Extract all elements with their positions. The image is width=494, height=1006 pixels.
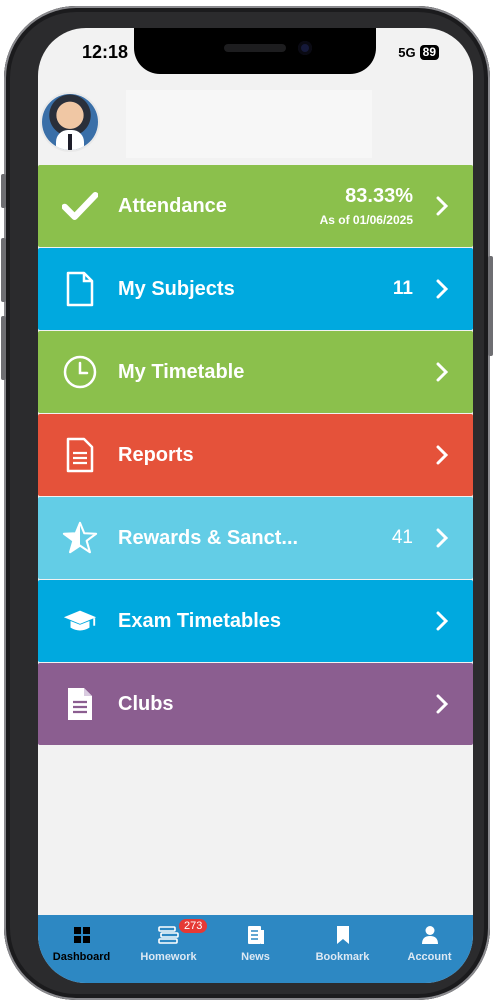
books-icon <box>157 923 181 947</box>
network-label: 5G <box>398 45 416 60</box>
newspaper-icon <box>244 923 268 947</box>
tab-label: Account <box>407 951 452 963</box>
tab-bookmark[interactable]: Bookmark <box>299 915 386 983</box>
tile-label: Attendance <box>118 194 227 217</box>
avatar[interactable] <box>42 94 98 150</box>
tile-label: My Subjects <box>118 277 235 300</box>
app-screen: 12:18 5G 89 Attendance 83.33% As of 01/0… <box>38 28 473 983</box>
chevron-right-icon <box>436 611 449 631</box>
document-icon <box>62 271 98 307</box>
camera <box>298 41 312 55</box>
speaker <box>224 44 286 52</box>
chevron-right-icon <box>436 445 449 465</box>
tile-exam-timetables[interactable]: Exam Timetables <box>38 580 473 662</box>
tile-my-timetable[interactable]: My Timetable <box>38 331 473 413</box>
bottom-tab-bar: Dashboard 273 Homework News Bookmark Acc… <box>38 915 473 983</box>
person-icon <box>418 923 442 947</box>
tab-homework[interactable]: 273 Homework <box>125 915 212 983</box>
battery-icon: 89 <box>419 45 439 60</box>
tab-label: Bookmark <box>315 951 370 963</box>
dashboard-tiles: Attendance 83.33% As of 01/06/2025 My Su… <box>38 165 473 746</box>
tab-label: Homework <box>140 951 197 963</box>
status-time: 12:18 <box>82 42 129 62</box>
chevron-right-icon <box>436 528 449 548</box>
volume-down-button <box>1 316 6 380</box>
tile-label: Exam Timetables <box>118 609 282 632</box>
chevron-right-icon <box>436 196 449 216</box>
tile-label: Reports <box>118 443 194 466</box>
tab-account[interactable]: Account <box>386 915 473 983</box>
tile-reports[interactable]: Reports <box>38 414 473 496</box>
mute-switch <box>1 174 6 208</box>
chevron-right-icon <box>436 362 449 382</box>
tile-my-subjects[interactable]: My Subjects 11 <box>38 248 473 330</box>
report-icon <box>62 437 98 473</box>
tile-rewards-sanctions[interactable]: Rewards & Sanct... 41 <box>38 497 473 579</box>
volume-up-button <box>1 238 6 302</box>
subjects-count: 11 <box>392 278 413 299</box>
chevron-right-icon <box>436 279 449 299</box>
grid-icon <box>70 923 94 947</box>
homework-badge: 273 <box>179 919 208 933</box>
tab-label: News <box>241 951 270 963</box>
tile-clubs[interactable]: Clubs <box>38 663 473 745</box>
tab-label: Dashboard <box>52 951 111 963</box>
tile-label: Rewards & Sanct... <box>118 526 299 549</box>
check-icon <box>62 188 98 224</box>
bookmark-icon <box>331 923 355 947</box>
rewards-count: 41 <box>391 527 413 548</box>
star-icon <box>62 520 98 556</box>
tile-label: Clubs <box>118 692 174 715</box>
clock-icon <box>62 354 98 390</box>
tab-news[interactable]: News <box>212 915 299 983</box>
chevron-right-icon <box>436 694 449 714</box>
status-right: 5G 89 <box>398 45 439 60</box>
power-button <box>488 256 493 356</box>
phone-frame: 12:18 5G 89 Attendance 83.33% As of 01/0… <box>1 6 493 1000</box>
graduation-cap-icon <box>62 603 98 639</box>
attendance-percent: 83.33% <box>345 185 413 207</box>
tab-dashboard[interactable]: Dashboard <box>38 915 125 983</box>
tile-attendance[interactable]: Attendance 83.33% As of 01/06/2025 <box>38 165 473 247</box>
school-logo-area <box>126 90 372 158</box>
tile-label: My Timetable <box>118 360 245 383</box>
notch <box>134 28 376 74</box>
file-icon <box>62 686 98 722</box>
attendance-date: As of 01/06/2025 <box>319 213 413 227</box>
